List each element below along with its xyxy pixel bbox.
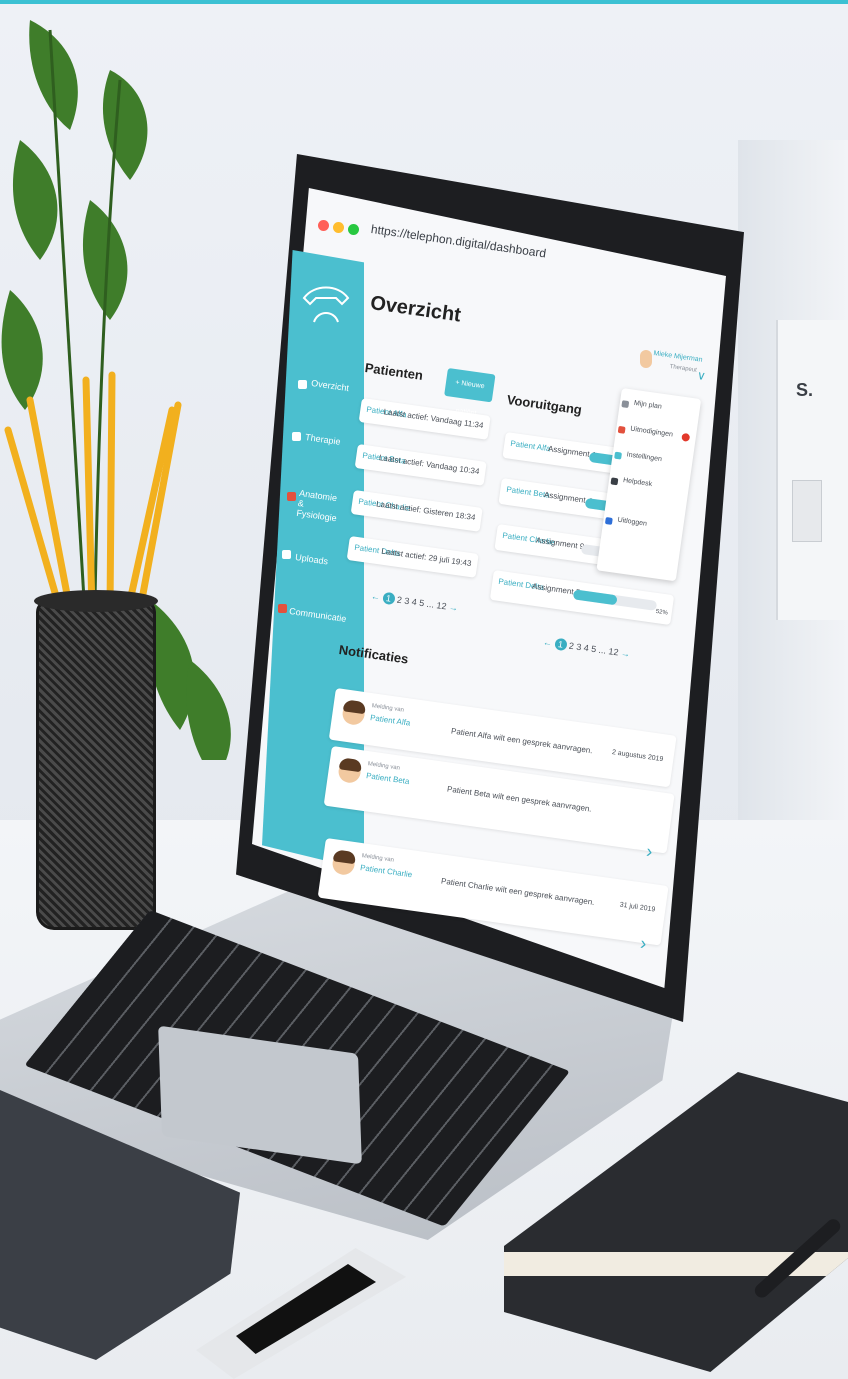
notification-dot: [681, 432, 691, 442]
helpdesk-icon: [610, 477, 619, 486]
maximize-dot[interactable]: [348, 224, 359, 235]
prev-page-arrow[interactable]: ←: [370, 591, 380, 602]
communication-icon: [278, 604, 287, 613]
notification-message: Patient Beta wilt een gesprek aanvragen.: [446, 784, 593, 814]
menu-item-instellingen[interactable]: Instellingen: [626, 451, 662, 463]
notification-from-label: Melding van: [367, 761, 401, 772]
overview-icon: [298, 380, 307, 389]
progress-percent: 52%: [655, 608, 669, 617]
notification-patient[interactable]: Patient Alfa: [370, 713, 411, 728]
user-avatar[interactable]: [640, 350, 652, 368]
avatar: [337, 759, 363, 785]
notification-date: 31 juli 2019: [619, 901, 656, 914]
switch-toggle: [792, 480, 822, 542]
sidebar-item-anatomie[interactable]: Anatomie & Fysiologie: [296, 488, 346, 524]
pencils-image: [4, 371, 182, 614]
plan-icon: [621, 400, 630, 409]
menu-item-mijn-plan[interactable]: Mijn plan: [633, 400, 662, 411]
notification-patient[interactable]: Patient Beta: [366, 771, 410, 786]
uploads-icon: [282, 550, 291, 559]
logout-icon: [604, 517, 613, 525]
current-page[interactable]: 1: [553, 637, 568, 652]
progress-bar: [572, 589, 658, 611]
menu-item-uitloggen[interactable]: Uitloggen: [617, 517, 647, 528]
current-page[interactable]: 1: [381, 591, 396, 606]
notification-date: 2 augustus 2019: [611, 749, 664, 764]
notification-message: Patient Alfa wilt een gesprek aanvragen.: [450, 726, 594, 756]
notification-from-label: Melding van: [371, 703, 405, 714]
assignment-label: Assignment 9: [535, 535, 585, 552]
progress-patient-name[interactable]: Patient Alfa: [510, 439, 551, 454]
menu-item-uitnodigingen[interactable]: Uitnodigingen: [630, 426, 673, 439]
pencil-cup-rim: [34, 590, 158, 612]
prev-page-arrow[interactable]: ←: [542, 637, 552, 648]
avatar: [341, 701, 367, 727]
light-switch-plate: S.: [776, 320, 848, 620]
settings-icon: [614, 451, 623, 460]
next-page-arrow[interactable]: →: [620, 648, 630, 659]
next-page-arrow[interactable]: →: [448, 602, 458, 613]
close-dot[interactable]: [318, 220, 329, 231]
pencil-cup: [34, 590, 158, 930]
invitations-icon: [617, 425, 626, 434]
notification-patient[interactable]: Patient Charlie: [360, 863, 413, 879]
avatar: [331, 851, 357, 877]
notification-message: Patient Charlie wilt een gesprek aanvrag…: [440, 876, 596, 907]
therapy-icon: [292, 432, 301, 441]
switch-letter: S.: [796, 380, 814, 400]
anatomy-icon: [287, 492, 296, 501]
menu-item-helpdesk[interactable]: Helpdesk: [623, 477, 653, 488]
minimize-dot[interactable]: [333, 222, 344, 233]
telephone-icon: [302, 286, 350, 323]
notification-from-label: Melding van: [361, 853, 395, 864]
